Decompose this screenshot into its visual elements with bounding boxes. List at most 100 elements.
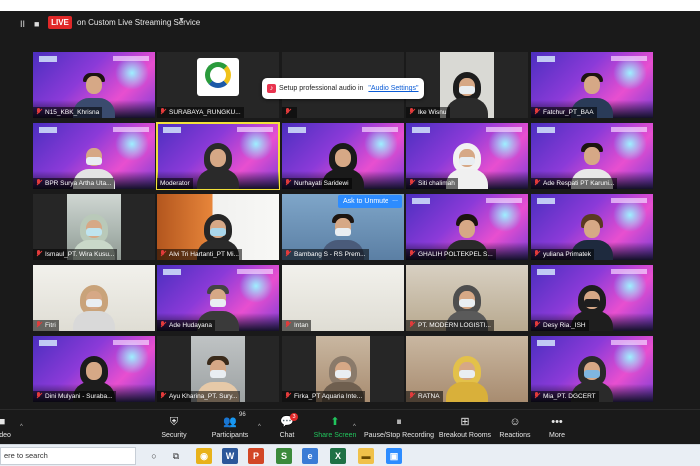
ellipsis-icon[interactable]: ...: [388, 195, 402, 208]
mic-off-icon: [534, 108, 540, 115]
audio-settings-link[interactable]: "Audio Settings": [368, 85, 418, 92]
participant-tile[interactable]: Mia_PT. DGCERT: [531, 336, 653, 402]
participant-name: Moderator: [157, 178, 193, 189]
participant-name: Mia_PT. DGCERT: [531, 391, 599, 402]
mic-off-icon: [409, 179, 415, 186]
participant-tile[interactable]: Fatchur_PT_BAA: [531, 52, 653, 118]
participant-name: Ismaul_PT. Wira Kusu...: [33, 249, 118, 260]
participant-name: Desy Ria._ISH: [531, 320, 589, 331]
video-button[interactable]: ■ Video: [0, 414, 32, 444]
participant-name: Intan: [282, 320, 312, 331]
edge-icon[interactable]: e: [302, 448, 318, 464]
chevron-down-icon[interactable]: ▼: [178, 17, 185, 24]
participant-tile[interactable]: Ade Hudayana: [157, 265, 279, 331]
taskbar-search-field[interactable]: ere to search: [0, 447, 136, 465]
participant-video: [444, 356, 490, 402]
participant-tile[interactable]: Alvi Tri Hartanti_PT Mi...: [157, 194, 279, 260]
participant-name: Nurhayati Saridewi: [282, 178, 352, 189]
chevron-up-icon[interactable]: ^: [20, 424, 23, 430]
participant-name: Ayu Kharina_PT. Sury...: [157, 391, 241, 402]
powerpoint-icon[interactable]: P: [248, 448, 264, 464]
mic-off-icon: [534, 179, 540, 186]
participant-video: [71, 285, 117, 331]
participant-name: Siti chalimah: [406, 178, 458, 189]
mic-off-icon: [36, 321, 42, 328]
participant-name: Dini Mulyani - Suraba...: [33, 391, 116, 402]
chat-count-badge: 3: [290, 413, 298, 421]
live-badge: LIVE: [48, 16, 72, 29]
participant-name: SURABAYA_RUNGKU...: [157, 107, 244, 118]
participant-tile[interactable]: Ike Wisnu: [406, 52, 528, 118]
participant-tile[interactable]: N15_KBK_Khrisna: [33, 52, 155, 118]
participant-name: GHALIH POLTEKPEL S...: [406, 249, 496, 260]
participants-count: 96: [239, 412, 246, 418]
participant-name: N15_KBK_Khrisna: [33, 107, 103, 118]
pause-icon: ⏸: [396, 416, 402, 428]
mic-off-icon: [160, 108, 166, 115]
participant-tile[interactable]: Nurhayati Saridewi: [282, 123, 404, 189]
chrome-icon[interactable]: ◉: [196, 448, 212, 464]
share-screen-button[interactable]: ⬆ Share Screen: [300, 414, 370, 444]
participant-tile[interactable]: Intan: [282, 265, 404, 331]
participant-name: Bambang S - RS Prem...: [282, 249, 369, 260]
cortana-icon[interactable]: ○: [146, 448, 162, 464]
participant-tile[interactable]: Ayu Kharina_PT. Sury...: [157, 336, 279, 402]
mic-off-icon: [285, 250, 291, 257]
participant-name: Firka_PT Aquaria Inte...: [282, 391, 366, 402]
top-edge: [0, 0, 700, 11]
meeting-controls-bar: ■ Video ^ ⛨ Security 👥 Participants 96 ^…: [0, 409, 700, 444]
excel-icon[interactable]: X: [330, 448, 346, 464]
mic-off-icon: [409, 108, 415, 115]
audio-settings-notification[interactable]: ♪ Setup professional audio in "Audio Set…: [262, 78, 424, 99]
participant-name: Ade Respati PT Karuni...: [531, 178, 618, 189]
mic-off-icon: [285, 321, 291, 328]
mic-off-icon: [160, 392, 166, 399]
participant-tile[interactable]: SURABAYA_RUNGKU...: [157, 52, 279, 118]
participant-tile[interactable]: Ade Respati PT Karuni...: [531, 123, 653, 189]
mic-off-icon: [36, 108, 42, 115]
mic-off-icon: [409, 321, 415, 328]
participant-tile[interactable]: RATNA: [406, 336, 528, 402]
word-icon[interactable]: W: [222, 448, 238, 464]
pause-stop-recording-button[interactable]: ⏸ Pause/Stop Recording: [364, 414, 434, 444]
chevron-up-icon[interactable]: ^: [353, 424, 356, 430]
ellipsis-icon: •••: [551, 416, 563, 428]
participant-tile[interactable]: Desy Ria._ISH: [531, 265, 653, 331]
participant-name: Fitri: [33, 320, 59, 331]
ask-to-unmute-button[interactable]: Ask to Unmute: [338, 195, 394, 208]
stop-stream-icon[interactable]: ■: [34, 19, 39, 29]
mic-off-icon: [534, 392, 540, 399]
mic-off-icon: [285, 108, 291, 115]
participant-name: Fatchur_PT_BAA: [531, 107, 597, 118]
participant-name: Ike Wisnu: [406, 107, 450, 118]
file-explorer-icon[interactable]: ▬: [358, 448, 374, 464]
mic-off-icon: [285, 392, 291, 399]
participant-tile[interactable]: Fitri: [33, 265, 155, 331]
participant-name: BPR Surya Artha Uta...: [33, 178, 115, 189]
participant-tile[interactable]: yuliana Primatek: [531, 194, 653, 260]
zoom-icon[interactable]: ▣: [386, 448, 402, 464]
participant-name: RATNA: [406, 391, 443, 402]
windows-taskbar: ere to search ○ ⧉ ◉ W P S e X ▬ ▣: [0, 444, 700, 466]
participant-tile-active-speaker[interactable]: Moderator: [156, 122, 280, 190]
notification-text: Setup professional audio in: [279, 85, 364, 92]
more-button[interactable]: ••• More: [522, 414, 592, 444]
mic-off-icon: [36, 250, 42, 257]
participant-tile[interactable]: Dini Mulyani - Suraba...: [33, 336, 155, 402]
video-camera-icon: ■: [0, 416, 6, 428]
mic-off-icon: [160, 321, 166, 328]
participant-tile[interactable]: Ismaul_PT. Wira Kusu...: [33, 194, 155, 260]
participant-tile[interactable]: Firka_PT Aquaria Inte...: [282, 336, 404, 402]
pause-stream-icon[interactable]: II: [20, 19, 25, 29]
participant-tile[interactable]: BPR Surya Artha Uta...: [33, 123, 155, 189]
participant-video: [195, 143, 241, 189]
participant-tile[interactable]: Siti chalimah: [406, 123, 528, 189]
participant-video: [444, 72, 490, 118]
task-view-icon[interactable]: ⧉: [168, 448, 184, 464]
organization-logo: [197, 58, 239, 96]
participant-tile[interactable]: GHALIH POLTEKPEL S...: [406, 194, 528, 260]
participant-name: yuliana Primatek: [531, 249, 595, 260]
participant-name: Ade Hudayana: [157, 320, 216, 331]
participant-tile[interactable]: PT. MODERN LOGISTI...: [406, 265, 528, 331]
app-icon[interactable]: S: [276, 448, 292, 464]
